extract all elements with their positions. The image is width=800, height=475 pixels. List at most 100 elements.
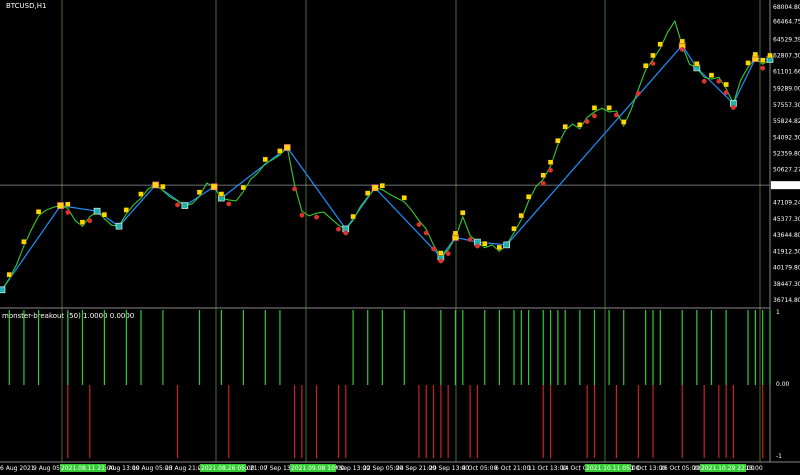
breakout-marker-low xyxy=(226,201,232,207)
time-tick-label: 6 Aug 2021 xyxy=(0,465,35,472)
breakout-marker-high xyxy=(496,244,503,251)
price-tick-label: 55824.82 xyxy=(773,118,800,125)
breakout-marker-low xyxy=(175,202,180,208)
breakout-marker-low xyxy=(65,209,71,215)
breakout-marker-low xyxy=(292,186,297,192)
price-tick-label: 50627.27 xyxy=(773,167,800,174)
breakout-marker-low xyxy=(592,113,597,119)
breakout-marker-high xyxy=(555,138,561,144)
price-tick-label: 47109.24 xyxy=(773,200,800,207)
breakout-marker-high xyxy=(562,123,568,130)
swing-marker xyxy=(371,184,379,192)
swing-marker xyxy=(181,202,189,209)
breakout-marker-low xyxy=(87,218,93,224)
highlighted-time-label: 2021.10.11 05:00 xyxy=(586,465,640,472)
price-tick-label: 40179.80 xyxy=(773,265,800,272)
breakout-marker-high xyxy=(262,156,268,163)
price-tick-label: 57557.30 xyxy=(773,102,800,109)
breakout-marker-high xyxy=(679,38,685,45)
breakout-marker-low xyxy=(731,105,736,110)
breakout-marker-high xyxy=(650,52,656,59)
breakout-marker-low xyxy=(635,91,641,96)
breakout-marker-high xyxy=(350,213,356,220)
price-tick-label: 52359.80 xyxy=(773,151,800,158)
breakout-marker-low xyxy=(716,78,722,84)
breakout-marker-high xyxy=(6,271,12,278)
price-tick-label: 36714.80 xyxy=(773,297,800,304)
breakout-marker-high xyxy=(745,60,751,66)
breakout-marker-high xyxy=(365,190,371,196)
breakout-marker-high xyxy=(460,210,466,216)
price-chart[interactable]: 68004.80 66464.75 64529.39 62807.30 61101.66… xyxy=(0,0,800,475)
price-tick-label: 68004.80 xyxy=(773,4,800,11)
swing-marker xyxy=(93,207,101,215)
swing-marker xyxy=(0,286,6,294)
price-tick-label: 64529.39 xyxy=(773,37,800,44)
breakout-marker-low xyxy=(423,230,429,236)
highlighted-time-label: 2021.08.11 21:00 xyxy=(61,465,115,472)
breakout-marker-high xyxy=(379,182,385,189)
breakout-marker-low xyxy=(650,61,656,66)
price-tick-label: 62807.30 xyxy=(773,53,800,60)
swing-marker xyxy=(57,202,64,209)
breakout-marker-high xyxy=(752,51,759,58)
breakout-marker-high xyxy=(482,241,488,247)
breakout-marker-low xyxy=(299,212,305,218)
swing-marker xyxy=(152,181,159,189)
breakout-marker-high xyxy=(525,194,532,200)
price-tick-label: 61101.66 xyxy=(773,69,800,76)
breakout-marker-low xyxy=(679,47,685,52)
breakout-marker-low xyxy=(445,251,451,256)
highlighted-time-label: 2021.08.26 05:00 xyxy=(201,465,255,472)
swing-marker xyxy=(115,222,123,230)
breakout-marker-high xyxy=(277,148,283,154)
price-tick-label: 66464.75 xyxy=(773,18,800,25)
breakout-marker-high xyxy=(643,63,649,69)
zigzag-line xyxy=(1,44,771,291)
breakout-marker-high xyxy=(767,52,773,59)
breakout-marker-low xyxy=(614,112,619,118)
price-line xyxy=(1,19,771,291)
price-tick-label: 48978.76 xyxy=(773,182,800,189)
time-tick-label: 6 Oct 21:00 xyxy=(495,465,530,472)
breakout-marker-high xyxy=(577,122,583,128)
breakout-marker-high xyxy=(196,189,203,195)
swing-marker xyxy=(210,183,218,191)
breakout-marker-low xyxy=(760,65,766,71)
breakout-marker-high xyxy=(452,230,459,237)
breakout-marker-high xyxy=(101,212,108,218)
breakout-marker-low xyxy=(314,214,319,220)
breakout-marker-high xyxy=(123,207,129,213)
breakout-marker-high xyxy=(160,183,166,190)
breakout-marker-high xyxy=(591,105,598,111)
breakout-marker-high xyxy=(518,212,524,219)
breakout-marker-high xyxy=(540,172,546,178)
breakout-marker-low xyxy=(467,237,473,242)
breakout-marker-low xyxy=(548,167,553,173)
breakout-marker-high xyxy=(657,41,663,47)
breakout-marker-high xyxy=(218,191,225,197)
indicator-tick-label: 0.00 xyxy=(776,381,790,388)
swing-marker xyxy=(283,144,291,151)
price-tick-label: 54092.30 xyxy=(773,134,800,141)
breakout-marker-high xyxy=(401,195,407,201)
breakout-marker-high xyxy=(606,105,612,111)
swing-marker xyxy=(503,241,510,249)
indicator-tick-label: -1 xyxy=(776,453,782,460)
breakout-marker-low xyxy=(701,78,707,84)
breakout-marker-low xyxy=(416,222,422,227)
breakout-marker-high xyxy=(79,219,86,225)
price-tick-label: 38447.30 xyxy=(773,281,800,288)
breakout-marker-high xyxy=(240,184,247,191)
breakout-marker-high xyxy=(21,239,27,245)
breakout-marker-high xyxy=(760,57,766,63)
indicator-tick-label: 1 xyxy=(776,309,780,316)
price-tick-label: 41912.30 xyxy=(773,248,800,255)
price-tick-label: 43644.80 xyxy=(773,232,800,239)
breakout-marker-high xyxy=(35,209,42,215)
breakout-marker-high xyxy=(65,201,71,208)
price-tick-label: 45377.30 xyxy=(773,216,800,223)
price-tick-label: 59289.00 xyxy=(773,86,800,93)
breakout-marker-high xyxy=(621,119,627,125)
highlighted-time-label: 2021.10.29 22:00 xyxy=(701,465,755,472)
